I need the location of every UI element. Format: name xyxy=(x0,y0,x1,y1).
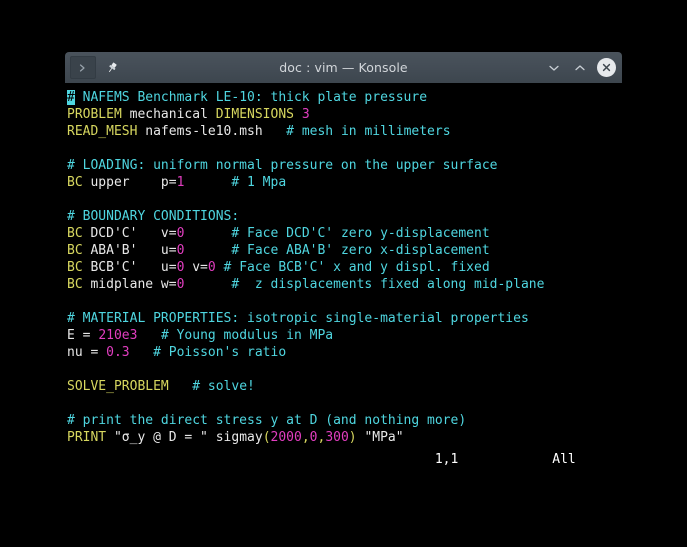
code-token: # Young modulus in MPa xyxy=(160,328,334,343)
code-token: 210e3 xyxy=(98,328,138,343)
window-titlebar[interactable]: doc : vim — Konsole xyxy=(65,52,622,83)
code-token: # BOUNDARY CONDITIONS: xyxy=(67,209,240,224)
code-token: v= xyxy=(184,260,208,275)
code-token: # solve! xyxy=(192,379,255,394)
code-token: SOLVE_PROBLEM xyxy=(67,379,169,394)
code-line: E = 210e3 # Young modulus in MPa xyxy=(67,327,622,344)
code-token: 0.3 xyxy=(106,345,130,360)
text-cursor: # xyxy=(67,90,75,105)
window-title: doc : vim — Konsole xyxy=(279,60,408,75)
terminal-prompt-icon[interactable] xyxy=(70,56,96,79)
titlebar-left-controls xyxy=(70,56,122,79)
code-token: # z displacements fixed along mid-plane xyxy=(231,277,545,292)
code-line: BC DCD'C' v=0 # Face DCD'C' zero y-displ… xyxy=(67,225,622,242)
code-line: PROBLEM mechanical DIMENSIONS 3 xyxy=(67,106,622,123)
code-token: BC xyxy=(67,260,83,275)
code-token: nafems-le10.msh xyxy=(137,124,287,139)
code-token: # Face BCB'C' x and y displ. fixed xyxy=(223,260,490,275)
code-token: mechanical xyxy=(121,107,216,122)
code-line: # print the direct stress y at D (and no… xyxy=(67,412,622,429)
code-line: SOLVE_PROBLEM # solve! xyxy=(67,378,622,395)
code-token: PRINT xyxy=(67,430,107,445)
code-token: ABA'B' u= xyxy=(82,243,177,258)
code-token: # MATERIAL PROPERTIES: isotropic single-… xyxy=(67,311,529,326)
code-token: NAFEMS Benchmark LE-10: thick plate pres… xyxy=(74,90,428,105)
code-line: BC BCB'C' u=0 v=0 # Face BCB'C' x and y … xyxy=(67,259,622,276)
vim-status-line: 1,1 All xyxy=(67,452,576,467)
close-icon[interactable] xyxy=(597,58,616,77)
code-line: # BOUNDARY CONDITIONS: xyxy=(67,208,622,225)
code-token: # LOADING: uniform normal pressure on th… xyxy=(67,158,498,173)
code-token: BC xyxy=(67,175,83,190)
code-line: READ_MESH nafems-le10.msh # mesh in mill… xyxy=(67,123,622,140)
code-token: "σ_y @ D = " sigmay xyxy=(106,430,263,445)
terminal-content-area[interactable]: # NAFEMS Benchmark LE-10: thick plate pr… xyxy=(65,83,622,522)
code-token: "MPa" xyxy=(356,430,404,445)
code-token: nu = xyxy=(67,345,107,360)
code-line: BC midplane w=0 # z displacements fixed … xyxy=(67,276,622,293)
pin-icon[interactable] xyxy=(102,58,122,78)
code-token: ) xyxy=(348,430,357,445)
code-line: nu = 0.3 # Poisson's ratio xyxy=(67,344,622,361)
code-token: 300 xyxy=(325,430,349,445)
code-token: BC xyxy=(67,243,83,258)
code-line: # NAFEMS Benchmark LE-10: thick plate pr… xyxy=(67,89,622,106)
code-token: # print the direct stress y at D (and no… xyxy=(67,413,467,428)
chevron-down-icon[interactable] xyxy=(545,59,562,76)
code-line: # LOADING: uniform normal pressure on th… xyxy=(67,157,622,174)
code-token: BC xyxy=(67,226,83,241)
code-line: PRINT "σ_y @ D = " sigmay(2000,0,300) "M… xyxy=(67,429,622,446)
code-token: , xyxy=(301,430,310,445)
code-token: PROBLEM xyxy=(67,107,122,122)
code-token: 0 xyxy=(207,260,216,275)
code-token: upper p= xyxy=(82,175,177,190)
code-token: DIMENSIONS xyxy=(215,107,294,122)
code-line: BC upper p=1 # 1 Mpa xyxy=(67,174,622,191)
code-token: ( xyxy=(262,430,271,445)
code-token: # Face DCD'C' zero y-displacement xyxy=(231,226,490,241)
code-token: # Face ABA'B' zero x-displacement xyxy=(231,243,490,258)
code-token: DCD'C' v= xyxy=(82,226,177,241)
vim-buffer-text: # NAFEMS Benchmark LE-10: thick plate pr… xyxy=(67,89,622,446)
code-token: # mesh in millimeters xyxy=(286,124,451,139)
code-token: E = xyxy=(67,328,99,343)
code-token: READ_MESH xyxy=(67,124,138,139)
code-line: # MATERIAL PROPERTIES: isotropic single-… xyxy=(67,310,622,327)
code-token: 2000 xyxy=(270,430,302,445)
code-token: BCB'C' u= xyxy=(82,260,177,275)
konsole-window: doc : vim — Konsole # NAFEMS Benchmark L… xyxy=(65,52,622,522)
code-token: midplane w= xyxy=(82,277,177,292)
code-token: 3 xyxy=(301,107,310,122)
chevron-up-icon[interactable] xyxy=(571,59,588,76)
code-token: BC xyxy=(67,277,83,292)
titlebar-window-controls xyxy=(545,58,616,77)
code-token: # 1 Mpa xyxy=(231,175,287,190)
code-line: BC ABA'B' u=0 # Face ABA'B' zero x-displ… xyxy=(67,242,622,259)
code-token: # Poisson's ratio xyxy=(153,345,287,360)
